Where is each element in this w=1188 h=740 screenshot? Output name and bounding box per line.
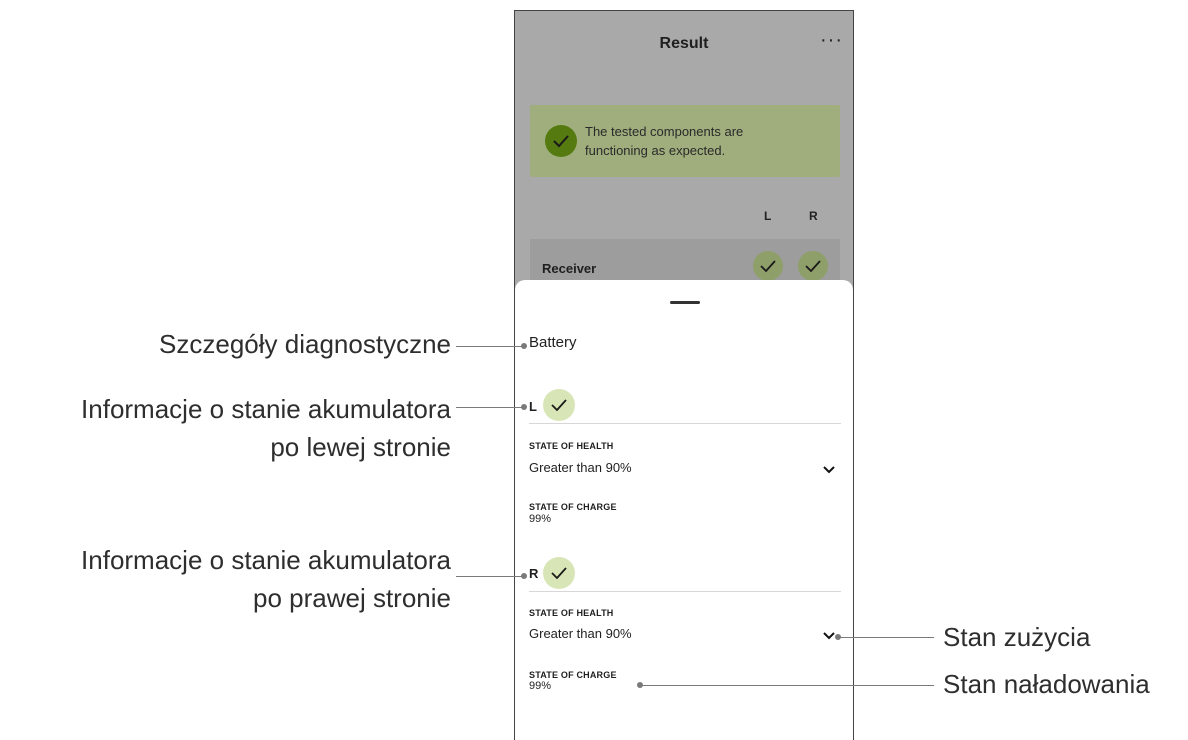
receiver-left-check-icon bbox=[753, 251, 783, 281]
left-charge-caption: STATE OF CHARGE bbox=[529, 502, 617, 512]
success-banner: The tested components are functioning as… bbox=[530, 105, 840, 177]
column-header-left: L bbox=[764, 209, 772, 223]
divider bbox=[529, 591, 841, 592]
divider bbox=[529, 423, 841, 424]
receiver-right-check-icon bbox=[798, 251, 828, 281]
right-health-chevron-down-icon[interactable] bbox=[823, 631, 835, 641]
annotation-leader-line bbox=[642, 685, 934, 686]
success-check-icon bbox=[545, 125, 577, 157]
sheet-drag-handle[interactable] bbox=[670, 301, 700, 304]
success-message: The tested components are functioning as… bbox=[585, 124, 744, 158]
sheet-heading: Battery bbox=[529, 334, 577, 351]
annotation-leader-line bbox=[456, 346, 522, 347]
annotation-leader-line bbox=[840, 637, 934, 638]
battery-bottom-sheet: Battery L STATE OF HEALTH Greater than 9… bbox=[515, 280, 853, 740]
annotation-right-battery-line1: Informacje o stanie akumulatora bbox=[81, 545, 451, 575]
left-side-label: L bbox=[529, 399, 537, 414]
right-health-caption: STATE OF HEALTH bbox=[529, 608, 614, 618]
annotation-state-of-charge: Stan naładowania bbox=[943, 669, 1150, 699]
annotation-right-battery-line2: po prawej stronie bbox=[253, 583, 451, 613]
phone-screen: Result ··· The tested components are fun… bbox=[514, 10, 854, 740]
right-charge-caption: STATE OF CHARGE bbox=[529, 670, 617, 680]
annotation-dot bbox=[521, 573, 527, 579]
left-health-caption: STATE OF HEALTH bbox=[529, 441, 614, 451]
right-health-value: Greater than 90% bbox=[529, 626, 632, 641]
annotation-state-of-health: Stan zużycia bbox=[943, 622, 1091, 652]
annotation-leader-line bbox=[456, 407, 522, 408]
annotation-left-battery-line2: po lewej stronie bbox=[270, 432, 451, 462]
left-charge-value: 99% bbox=[529, 513, 552, 525]
left-health-chevron-down-icon[interactable] bbox=[823, 465, 835, 475]
more-options-icon[interactable]: ··· bbox=[820, 29, 843, 52]
component-label: Receiver bbox=[542, 261, 597, 276]
annotation-diagnostic-details: Szczegóły diagnostyczne bbox=[159, 329, 451, 359]
annotation-leader-line bbox=[456, 576, 522, 577]
left-check-icon bbox=[543, 389, 575, 421]
right-charge-value: 99% bbox=[529, 680, 552, 692]
page-title: Result bbox=[659, 35, 709, 52]
left-health-value: Greater than 90% bbox=[529, 460, 632, 475]
right-check-icon bbox=[543, 557, 575, 589]
annotation-dot bbox=[521, 404, 527, 410]
annotation-dot bbox=[521, 343, 527, 349]
column-header-right: R bbox=[809, 209, 818, 223]
app-bar: Result ··· bbox=[515, 11, 853, 77]
annotation-left-battery-line1: Informacje o stanie akumulatora bbox=[81, 394, 451, 424]
right-side-label: R bbox=[529, 566, 539, 581]
